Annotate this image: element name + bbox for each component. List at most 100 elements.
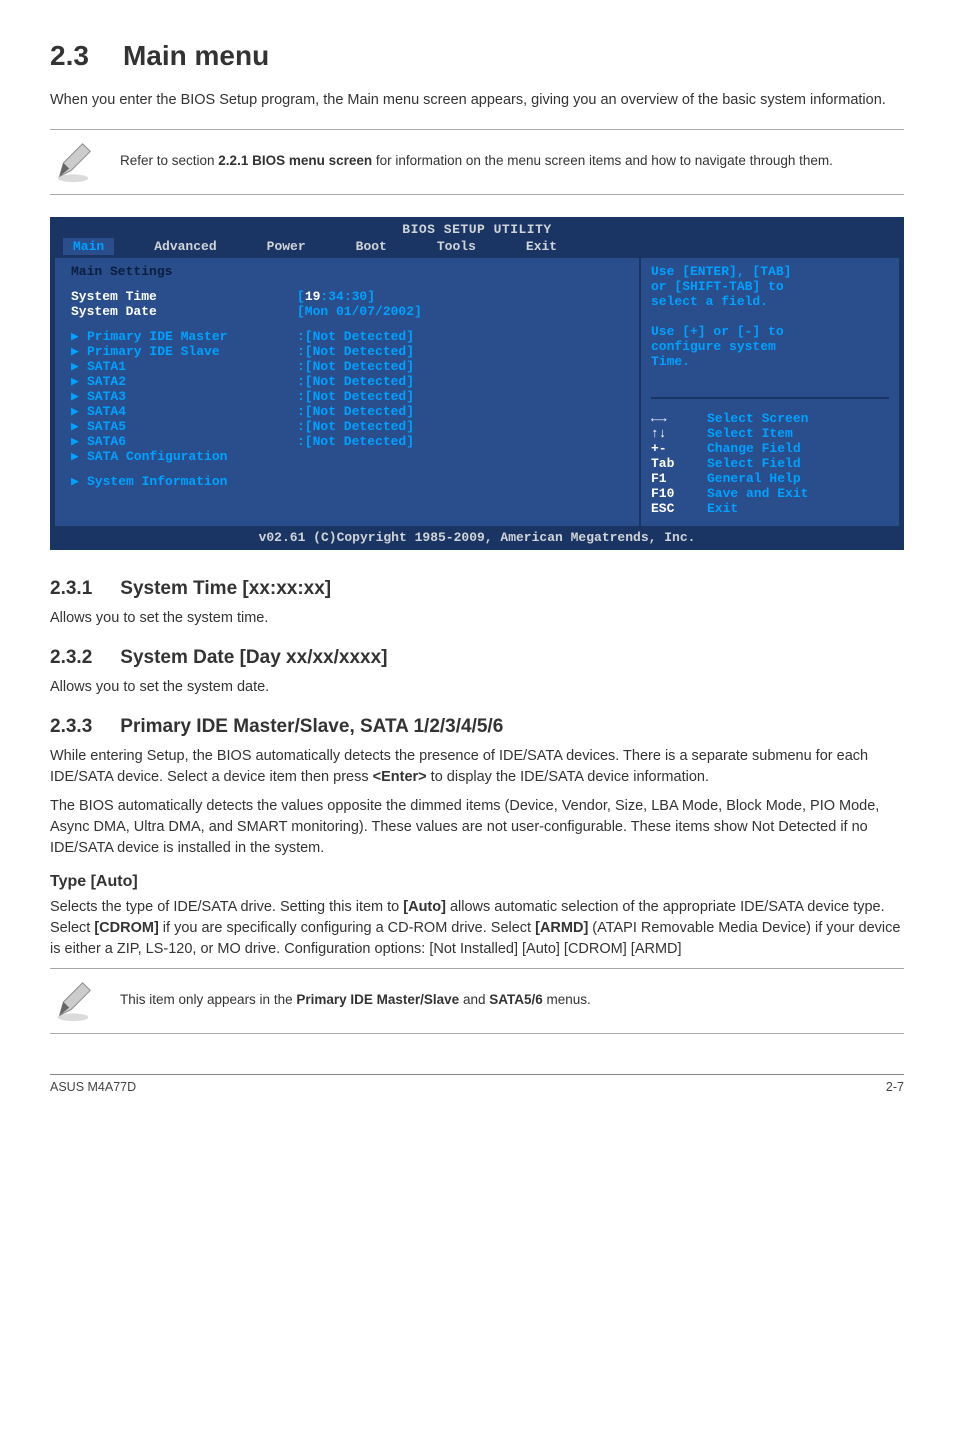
pencil-icon	[50, 138, 96, 184]
section-number: 2.3	[50, 40, 89, 72]
section-heading: 2.3 Main menu	[50, 40, 904, 72]
system-time-row[interactable]: System Time [19:34:30]	[71, 289, 623, 304]
bios-device-row[interactable]: ▶SATA6:[Not Detected]	[71, 434, 623, 449]
bios-device-value: :[Not Detected]	[297, 374, 414, 389]
system-time-label: System Time	[71, 289, 297, 304]
help-line: Use [ENTER], [TAB]	[651, 264, 889, 279]
bios-left-pane: Main Settings System Time [19:34:30] Sys…	[53, 258, 641, 528]
key-glyph: ↑↓	[651, 426, 707, 441]
bios-device-row[interactable]: ▶SATA4:[Not Detected]	[71, 404, 623, 419]
system-information-label: System Information	[87, 474, 227, 489]
bios-tab-exit[interactable]: Exit	[516, 238, 567, 255]
intro-paragraph: When you enter the BIOS Setup program, t…	[50, 90, 904, 111]
help-line: configure system	[651, 339, 889, 354]
subsection-body: While entering Setup, the BIOS automatic…	[50, 746, 904, 788]
subsection-number: 2.3.1	[50, 578, 92, 600]
help-line: or [SHIFT-TAB] to	[651, 279, 889, 294]
note-callout: This item only appears in the Primary ID…	[50, 968, 904, 1034]
bios-tab-tools[interactable]: Tools	[427, 238, 486, 255]
key-glyph: ESC	[651, 501, 707, 516]
note-callout: Refer to section 2.2.1 BIOS menu screen …	[50, 129, 904, 195]
system-date-row[interactable]: System Date [Mon 01/07/2002]	[71, 304, 623, 319]
bios-device-label: ▶SATA1	[71, 359, 297, 374]
bios-device-value: :[Not Detected]	[297, 389, 414, 404]
system-time-value: [19:34:30]	[297, 289, 375, 304]
bios-device-value: :[Not Detected]	[297, 434, 414, 449]
key-legend-row: ↑↓Select Item	[651, 426, 889, 441]
subsection-body: The BIOS automatically detects the value…	[50, 796, 904, 859]
key-legend-row: ESCExit	[651, 501, 889, 516]
bios-title: BIOS SETUP UTILITY	[53, 220, 901, 238]
footer-left: ASUS M4A77D	[50, 1080, 136, 1094]
bios-tab-bar: Main Advanced Power Boot Tools Exit	[53, 238, 901, 258]
sata-configuration-label: SATA Configuration	[87, 449, 227, 464]
bios-device-value: :[Not Detected]	[297, 404, 414, 419]
bios-tab-main[interactable]: Main	[63, 238, 114, 255]
subsection-body: Allows you to set the system date.	[50, 677, 904, 698]
key-legend-row: TabSelect Field	[651, 456, 889, 471]
key-description: Save and Exit	[707, 486, 808, 501]
bios-device-row[interactable]: ▶SATA5:[Not Detected]	[71, 419, 623, 434]
key-legend-row: +-Change Field	[651, 441, 889, 456]
bios-device-label: ▶SATA6	[71, 434, 297, 449]
subsection-number: 2.3.2	[50, 647, 92, 669]
bios-device-row[interactable]: ▶SATA3:[Not Detected]	[71, 389, 623, 404]
bios-tab-advanced[interactable]: Advanced	[144, 238, 226, 255]
sata-configuration-row[interactable]: ▶SATA Configuration	[71, 449, 623, 464]
bios-key-legend: ←→Select Screen↑↓Select Item+-Change Fie…	[651, 399, 889, 516]
key-glyph: ←→	[651, 411, 707, 426]
bios-tab-boot[interactable]: Boot	[346, 238, 397, 255]
bios-device-value: :[Not Detected]	[297, 344, 414, 359]
bios-device-label: ▶Primary IDE Master	[71, 329, 297, 344]
bios-device-label: ▶SATA5	[71, 419, 297, 434]
subsection-title: Primary IDE Master/Slave, SATA 1/2/3/4/5…	[120, 716, 503, 737]
help-line: select a field.	[651, 294, 889, 309]
key-glyph: F10	[651, 486, 707, 501]
key-glyph: F1	[651, 471, 707, 486]
system-date-label: System Date	[71, 304, 297, 319]
bios-device-value: :[Not Detected]	[297, 419, 414, 434]
bios-device-row[interactable]: ▶SATA2:[Not Detected]	[71, 374, 623, 389]
key-description: Change Field	[707, 441, 801, 456]
key-glyph: Tab	[651, 456, 707, 471]
subsection-body: Allows you to set the system time.	[50, 608, 904, 629]
page-footer: ASUS M4A77D 2-7	[50, 1074, 904, 1094]
type-heading: Type [Auto]	[50, 873, 904, 891]
bios-device-row[interactable]: ▶Primary IDE Slave:[Not Detected]	[71, 344, 623, 359]
bios-tab-power[interactable]: Power	[257, 238, 316, 255]
bios-right-pane: Use [ENTER], [TAB]or [SHIFT-TAB] toselec…	[641, 258, 901, 528]
section-title: Main menu	[123, 40, 269, 71]
key-legend-row: F1General Help	[651, 471, 889, 486]
system-information-row[interactable]: ▶System Information	[71, 474, 623, 489]
subsection-title: System Time [xx:xx:xx]	[120, 578, 331, 599]
help-line: Time.	[651, 354, 889, 369]
system-date-value: [Mon 01/07/2002]	[297, 304, 422, 319]
pencil-icon	[50, 977, 96, 1023]
help-line: Use [+] or [-] to	[651, 324, 889, 339]
note-text: Refer to section 2.2.1 BIOS menu screen …	[120, 152, 833, 171]
bios-device-row[interactable]: ▶SATA1:[Not Detected]	[71, 359, 623, 374]
main-settings-label: Main Settings	[71, 264, 623, 279]
bios-device-label: ▶SATA4	[71, 404, 297, 419]
key-description: Select Field	[707, 456, 801, 471]
key-legend-row: F10Save and Exit	[651, 486, 889, 501]
bios-device-value: :[Not Detected]	[297, 329, 414, 344]
key-description: Select Screen	[707, 411, 808, 426]
key-description: Select Item	[707, 426, 793, 441]
bios-device-row[interactable]: ▶Primary IDE Master:[Not Detected]	[71, 329, 623, 344]
subsection-number: 2.3.3	[50, 716, 92, 738]
key-description: General Help	[707, 471, 801, 486]
footer-right: 2-7	[886, 1080, 904, 1094]
note-text: This item only appears in the Primary ID…	[120, 991, 591, 1010]
bios-help-text: Use [ENTER], [TAB]or [SHIFT-TAB] toselec…	[651, 264, 889, 399]
bios-screenshot: BIOS SETUP UTILITY Main Advanced Power B…	[50, 217, 904, 550]
bios-device-label: ▶SATA2	[71, 374, 297, 389]
type-body: Selects the type of IDE/SATA drive. Sett…	[50, 897, 904, 960]
subsection-heading: 2.3.1 System Time [xx:xx:xx]	[50, 578, 904, 600]
bios-footer: v02.61 (C)Copyright 1985-2009, American …	[53, 528, 901, 547]
bios-device-label: ▶Primary IDE Slave	[71, 344, 297, 359]
subsection-heading: 2.3.3 Primary IDE Master/Slave, SATA 1/2/…	[50, 716, 904, 738]
subsection-heading: 2.3.2 System Date [Day xx/xx/xxxx]	[50, 647, 904, 669]
subsection-title: System Date [Day xx/xx/xxxx]	[120, 647, 387, 668]
bios-device-value: :[Not Detected]	[297, 359, 414, 374]
